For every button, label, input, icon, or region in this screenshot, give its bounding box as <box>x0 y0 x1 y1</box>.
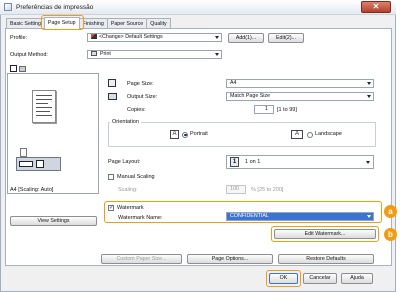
chevron-down-icon <box>367 82 371 85</box>
page-layout-label: Page Layout: <box>108 159 141 165</box>
landscape-icon: A <box>291 130 303 139</box>
chevron-down-icon <box>367 95 371 98</box>
output-method-label: Output Method: <box>10 52 48 58</box>
add-profile-button[interactable]: Add(1)... <box>228 33 264 43</box>
portrait-radio[interactable] <box>182 131 188 138</box>
manual-scaling-checkbox[interactable] <box>108 174 114 180</box>
landscape-label: Landscape <box>315 131 342 137</box>
profile-value: <Change> Default Settings <box>99 34 163 40</box>
copies-input[interactable]: 1 <box>254 105 274 114</box>
orientation-label: Orientation <box>110 119 141 125</box>
page-size-value: A4 <box>230 80 237 86</box>
output-size-label: Output Size: <box>127 94 158 100</box>
printer-device-icon <box>19 161 33 167</box>
chevron-down-icon <box>366 161 370 164</box>
page-options-button[interactable]: Page Options... <box>187 254 273 264</box>
manual-scaling-label: Manual Scaling <box>117 174 155 180</box>
copies-label: Copies: <box>127 107 146 113</box>
page-size-icon <box>108 79 116 87</box>
preview-mode-icon[interactable] <box>10 65 17 72</box>
watermark-name-select[interactable]: CONFIDENTIAL <box>226 212 374 221</box>
custom-paper-size-button[interactable]: Custom Paper Size... <box>101 254 182 264</box>
chevron-down-icon <box>367 215 371 218</box>
output-size-icon <box>108 93 117 100</box>
page-size-label: Page Size: <box>127 81 154 87</box>
watermark-checkbox[interactable]: ✓ <box>108 205 114 211</box>
profile-edit-icon <box>91 34 97 40</box>
watermark-name-label: Watermark Name: <box>118 215 163 221</box>
page-setup-tab-highlight <box>41 15 84 30</box>
callout-a-badge: a <box>384 205 397 218</box>
callout-b-badge: b <box>384 228 397 241</box>
page-layout-icon: 1 <box>230 157 239 167</box>
chevron-down-icon <box>215 53 219 56</box>
edit-watermark-button[interactable]: Edit Watermark... <box>274 229 376 239</box>
profile-select[interactable]: <Change> Default Settings <box>87 33 222 42</box>
preview-caption: A4 [Scaling: Auto] <box>10 187 54 193</box>
output-size-select[interactable]: Match Page Size <box>226 92 374 101</box>
edit-profile-button[interactable]: Edit(2)... <box>268 33 304 43</box>
printer-app-icon <box>4 3 12 11</box>
window-title: Preferências de impressão <box>16 3 94 11</box>
restore-defaults-button[interactable]: Restore Defaults <box>278 254 374 264</box>
print-icon <box>91 51 97 57</box>
view-settings-button[interactable]: View Settings <box>10 216 97 226</box>
staple-icon <box>36 160 44 168</box>
output-size-value: Match Page Size <box>230 93 271 99</box>
close-button[interactable]: ✕ <box>361 1 391 13</box>
page-preview-sheet <box>32 90 56 123</box>
portrait-icon: A <box>170 130 179 139</box>
landscape-radio[interactable] <box>307 131 313 138</box>
page-size-select[interactable]: A4 <box>226 79 374 88</box>
output-method-select[interactable]: Print <box>87 50 222 59</box>
page-layout-value: 1 on 1 <box>245 159 261 165</box>
scaling-input[interactable]: 100 <box>226 185 246 194</box>
printer-preview-icon[interactable] <box>19 66 26 72</box>
scaling-label: Scaling: <box>118 187 138 193</box>
help-button[interactable]: Ajuda <box>341 273 373 284</box>
chevron-down-icon <box>215 36 219 39</box>
watermark-name-value: CONFIDENTIAL <box>230 213 269 219</box>
scaling-range: % [25 to 200] <box>251 187 284 193</box>
portrait-label: Portrait <box>190 131 208 137</box>
output-method-value: Print <box>100 51 111 57</box>
profile-label: Profile: <box>10 35 28 41</box>
copies-range: [1 to 99] <box>277 107 297 113</box>
page-layout-select[interactable]: 1 1 on 1 <box>226 155 374 169</box>
title-bar: Preferências de impressão <box>0 0 396 15</box>
ok-button[interactable]: OK <box>269 273 298 284</box>
watermark-label: Watermark <box>117 205 144 211</box>
paper-small-icon <box>20 148 27 157</box>
cancel-button[interactable]: Cancelar <box>303 273 337 284</box>
